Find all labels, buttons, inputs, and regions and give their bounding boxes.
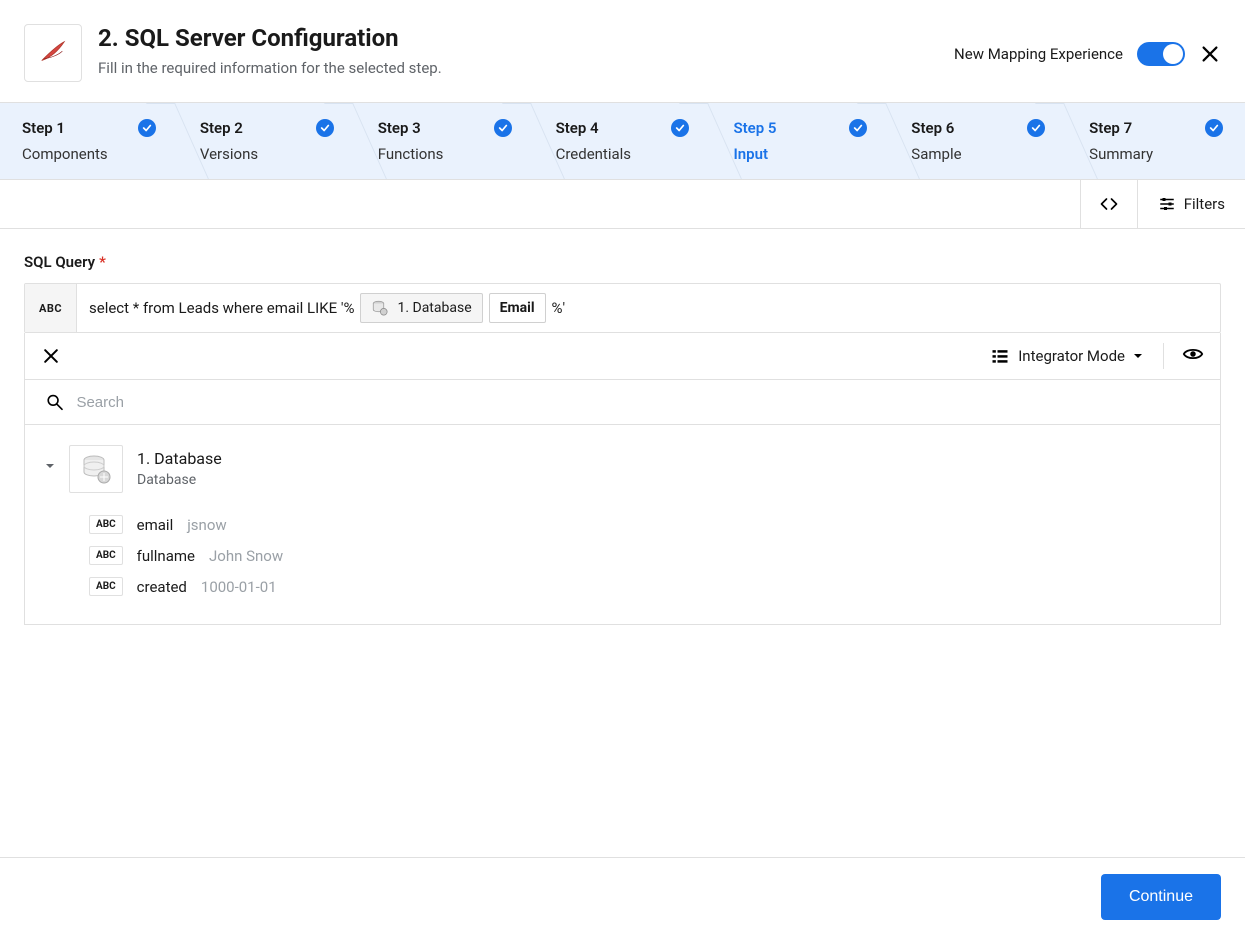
step-name: Versions: [200, 145, 334, 163]
step-number: Step 3: [378, 119, 421, 137]
filters-label: Filters: [1184, 195, 1225, 213]
abc-prefix-badge: ABC: [25, 284, 77, 332]
abc-badge: ABC: [89, 515, 123, 534]
step-3[interactable]: Step 3 Functions: [356, 103, 534, 179]
field-row[interactable]: ABC email jsnow: [89, 515, 1200, 534]
step-6[interactable]: Step 6 Sample: [889, 103, 1067, 179]
check-icon: [1205, 119, 1223, 137]
filters-icon: [1158, 195, 1176, 213]
chevron-down-icon[interactable]: [45, 445, 55, 471]
preview-button[interactable]: [1163, 343, 1204, 369]
field-row[interactable]: ABC fullname John Snow: [89, 546, 1200, 565]
search-input[interactable]: [76, 394, 1200, 411]
step-name: Sample: [911, 145, 1045, 163]
sql-query-label: SQL Query *: [24, 253, 1221, 271]
check-icon: [671, 119, 689, 137]
step-2[interactable]: Step 2 Versions: [178, 103, 356, 179]
field-value: jsnow: [187, 516, 226, 534]
footer: Continue: [0, 857, 1245, 936]
database-pill[interactable]: 1. Database: [360, 293, 482, 323]
page-subtitle: Fill in the required information for the…: [98, 59, 442, 77]
email-pill[interactable]: Email: [489, 293, 546, 323]
abc-badge: ABC: [89, 546, 123, 565]
query-text-prefix: select * from Leads where email LIKE '%: [89, 299, 354, 317]
mapper-panel: Integrator Mode: [24, 333, 1221, 625]
field-name: email: [137, 516, 174, 534]
sql-query-input[interactable]: ABC select * from Leads where email LIKE…: [24, 283, 1221, 333]
new-mapping-toggle[interactable]: [1137, 42, 1185, 66]
step-7[interactable]: Step 7 Summary: [1067, 103, 1245, 179]
field-row[interactable]: ABC created 1000-01-01: [89, 577, 1200, 596]
node-subtitle: Database: [137, 472, 222, 488]
sql-server-icon: [24, 24, 82, 82]
step-number: Step 1: [22, 119, 65, 137]
abc-badge: ABC: [89, 577, 123, 596]
step-number: Step 4: [556, 119, 599, 137]
field-value: 1000-01-01: [201, 578, 277, 596]
close-mapper-icon[interactable]: [41, 346, 61, 366]
integrator-mode-select[interactable]: Integrator Mode: [990, 346, 1143, 366]
step-number: Step 7: [1089, 119, 1132, 137]
step-1[interactable]: Step 1 Components: [0, 103, 178, 179]
stepper: Step 1 Components Step 2 Versions Step 3…: [0, 102, 1245, 180]
step-name: Functions: [378, 145, 512, 163]
check-icon: [1027, 119, 1045, 137]
database-icon: [371, 299, 389, 317]
search-icon: [45, 392, 64, 412]
field-value: John Snow: [209, 547, 283, 565]
step-5[interactable]: Step 5 Input: [711, 103, 889, 179]
toolbar: Filters: [0, 180, 1245, 229]
step-name: Summary: [1089, 145, 1223, 163]
code-toggle-button[interactable]: [1080, 180, 1137, 228]
check-icon: [849, 119, 867, 137]
chevron-down-icon: [1133, 351, 1143, 361]
step-name: Input: [733, 145, 867, 163]
tree-node-database[interactable]: 1. Database Database: [45, 445, 1200, 493]
database-node-icon: [69, 445, 123, 493]
list-icon: [990, 346, 1010, 366]
code-icon: [1099, 194, 1119, 214]
node-title: 1. Database: [137, 449, 222, 468]
eye-icon: [1182, 343, 1204, 365]
page-title: 2. SQL Server Configuration: [98, 24, 442, 53]
query-text-suffix: %': [552, 299, 566, 317]
step-name: Components: [22, 145, 156, 163]
field-name: fullname: [137, 547, 195, 565]
filters-button[interactable]: Filters: [1137, 180, 1245, 228]
step-number: Step 2: [200, 119, 243, 137]
continue-button[interactable]: Continue: [1101, 874, 1221, 920]
step-number: Step 6: [911, 119, 954, 137]
step-number: Step 5: [733, 119, 776, 137]
check-icon: [316, 119, 334, 137]
check-icon: [138, 119, 156, 137]
field-name: created: [137, 578, 187, 596]
close-icon[interactable]: [1199, 43, 1221, 65]
required-mark: *: [99, 253, 106, 271]
toggle-label: New Mapping Experience: [954, 45, 1123, 63]
step-name: Credentials: [556, 145, 690, 163]
check-icon: [494, 119, 512, 137]
